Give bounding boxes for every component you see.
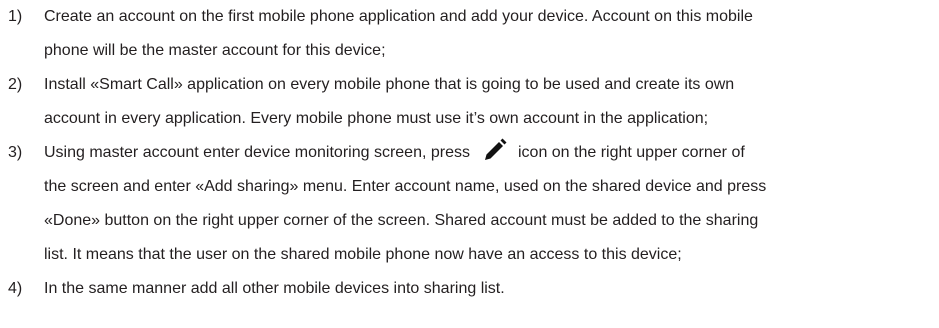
- instructions-document: 1) Create an account on the first mobile…: [0, 0, 939, 328]
- step-1-line-1: Create an account on the first mobile ph…: [44, 8, 753, 25]
- step-number: 1): [8, 8, 23, 25]
- step-3-line-4: list. It means that the user on the shar…: [44, 246, 682, 263]
- step-number: 4): [8, 280, 23, 297]
- step-3-line-3: «Done» button on the right upper corner …: [44, 212, 759, 229]
- step-3-text-before-icon: Using master account enter device monito…: [44, 144, 470, 161]
- step-2-line-1: Install «Smart Call» application on ever…: [44, 76, 735, 93]
- edit-pencil-icon: [482, 137, 508, 163]
- step-number: 2): [8, 76, 23, 93]
- step-1-line-2: phone will be the master account for thi…: [44, 42, 386, 59]
- step-2-line-2: account in every application. Every mobi…: [44, 110, 709, 127]
- step-3-line-1: Using master account enter device monito…: [44, 136, 745, 170]
- step-4-line-1: In the same manner add all other mobile …: [44, 280, 505, 297]
- step-3-line-2: the screen and enter «Add sharing» menu.…: [44, 178, 767, 195]
- step-3-text-after-icon: icon on the right upper corner of: [517, 144, 745, 161]
- step-number: 3): [8, 144, 23, 161]
